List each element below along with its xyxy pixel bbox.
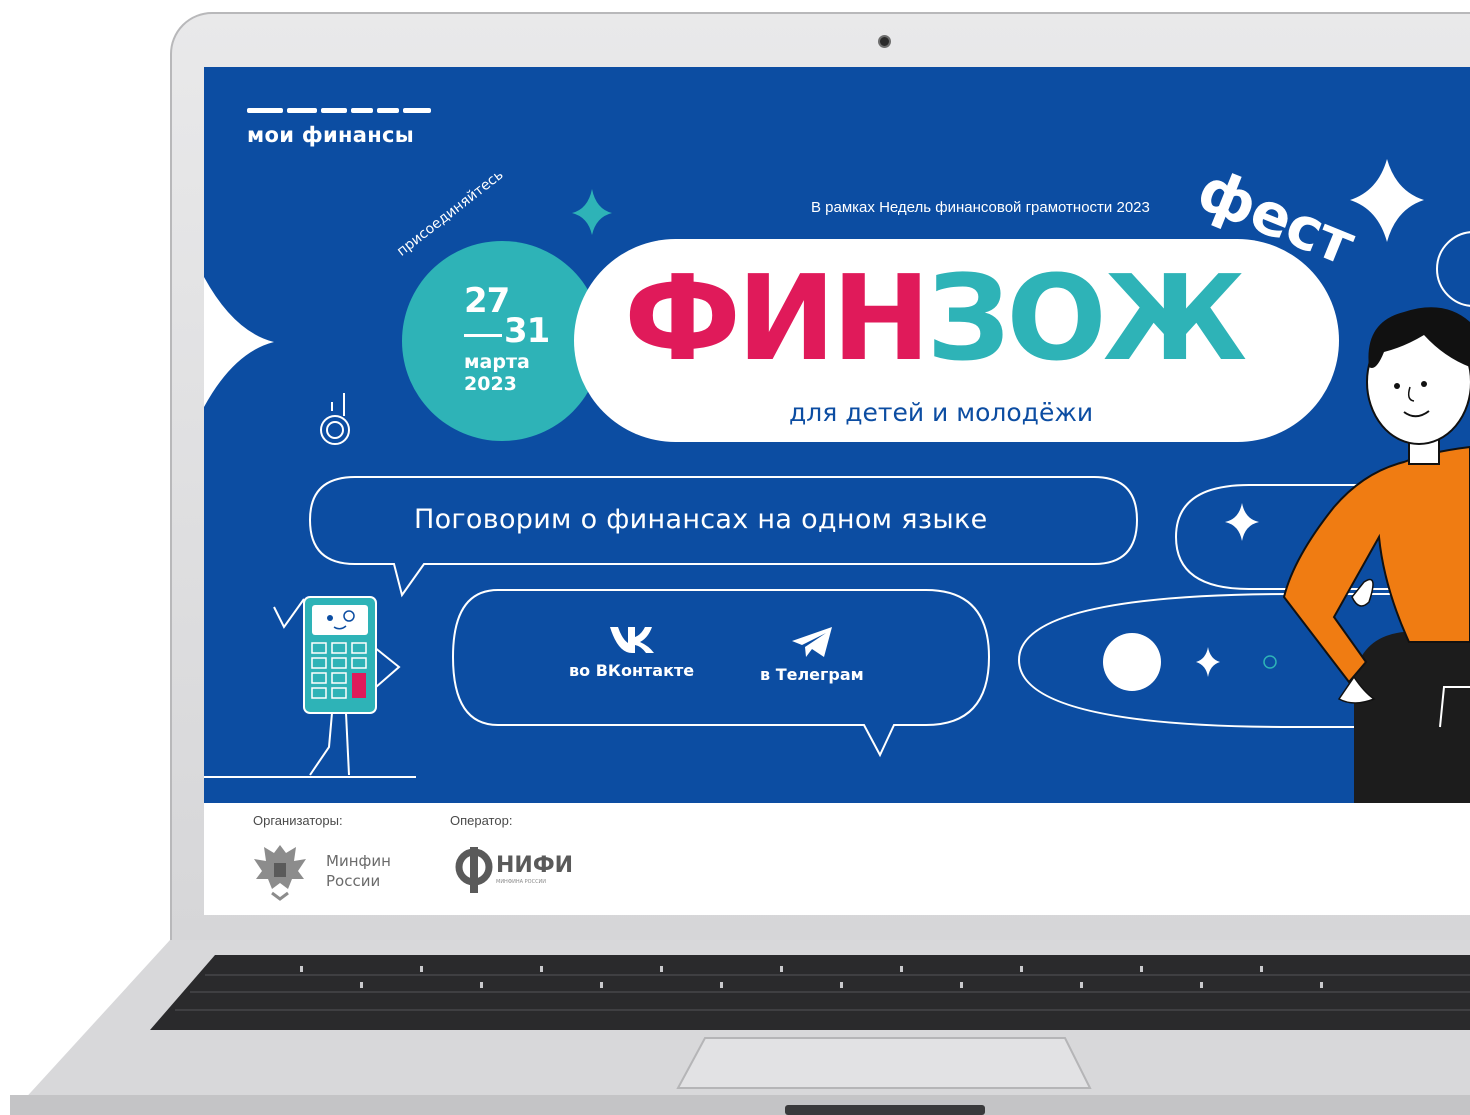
title-red-part: ФИН [624, 249, 931, 387]
slogan-bubble [308, 476, 1139, 598]
minfin-name[interactable]: Минфин России [326, 851, 406, 891]
date-badge: 27 31 марта 2023 [402, 241, 602, 441]
vk-label: во ВКонтакте [569, 661, 695, 680]
teal-dot-small [1263, 655, 1277, 669]
festival-subtitle: для детей и молодёжи [789, 398, 1094, 427]
date-month: марта [464, 351, 530, 373]
vk-link[interactable]: во ВКонтакте [569, 625, 694, 680]
festival-title: ФИНЗОЖ [624, 259, 1247, 377]
date-end-day: 31 [504, 311, 550, 351]
date-dash [464, 334, 502, 337]
vk-icon [609, 627, 654, 653]
logo-bar [247, 108, 431, 113]
hashtag-circle[interactable] [1436, 231, 1470, 307]
white-sparkle-small [1225, 503, 1259, 541]
minfin-emblem-icon [254, 845, 306, 901]
calculator-character [204, 596, 416, 778]
telegram-link[interactable]: в Телеграм [760, 625, 864, 684]
operator-label: Оператор: [450, 813, 513, 828]
nifi-logo-icon[interactable] [454, 847, 494, 893]
white-sparkle-large [1350, 159, 1424, 242]
white-sparkle-tiny [1196, 647, 1220, 677]
date-year: 2023 [464, 373, 517, 395]
date-start-day: 27 [464, 281, 510, 321]
partners-footer: Организаторы: Минфин России Оператор: НИ… [204, 803, 1470, 915]
title-teal-part: ЗОЖ [926, 249, 1248, 387]
coin-weight-doodle [320, 393, 350, 445]
left-sparkle-shape [204, 277, 274, 407]
telegram-label: в Телеграм [760, 665, 864, 684]
site-logo[interactable]: мои финансы [247, 123, 414, 147]
laptop-screen: мои финансы В рамках Недель финансовой г… [204, 67, 1470, 915]
nifi-subtitle: МИНФИНА РОССИИ [496, 879, 547, 885]
teal-sparkle [572, 189, 612, 235]
white-dot-large [1103, 633, 1161, 691]
telegram-icon [791, 627, 832, 657]
social-bubble [451, 589, 991, 758]
slogan-text: Поговорим о финансах на одном языке [414, 504, 988, 535]
organizers-label: Организаторы: [253, 813, 343, 828]
nifi-name: НИФИ [496, 853, 574, 878]
trackpad[interactable] [676, 1037, 1092, 1089]
event-context-text: В рамках Недель финансовой грамотности 2… [811, 199, 1150, 216]
hero-banner: мои финансы В рамках Недель финансовой г… [204, 67, 1470, 803]
